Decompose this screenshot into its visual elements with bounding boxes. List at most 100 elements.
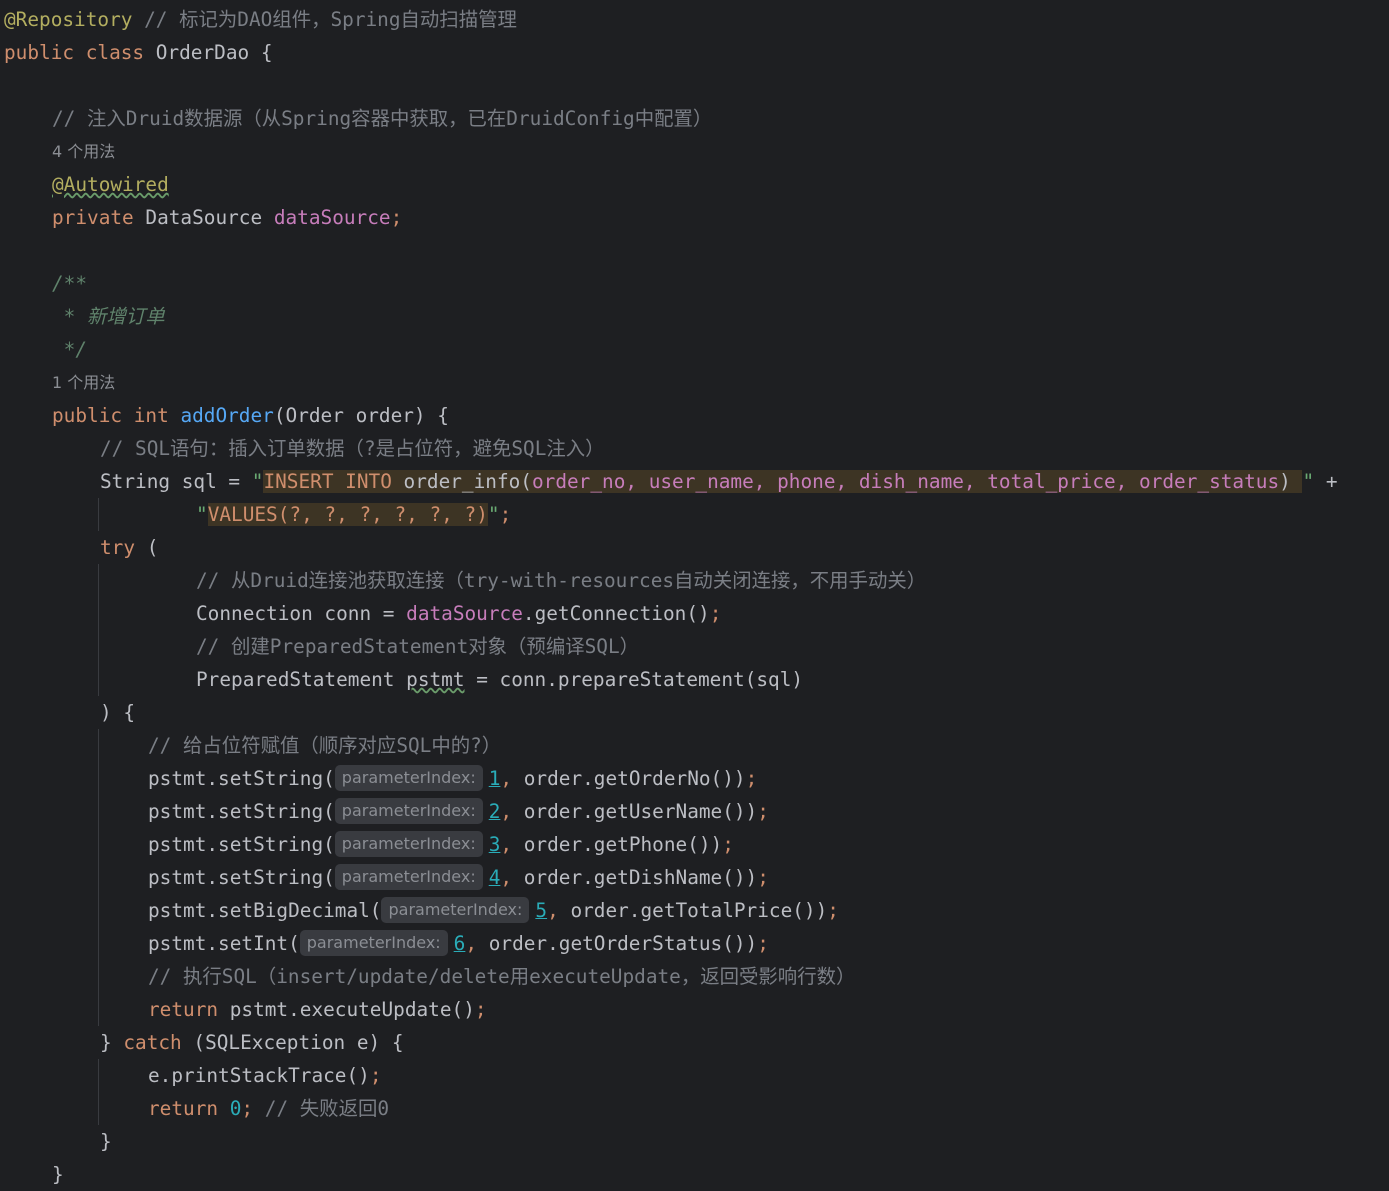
comma-token: , [547, 899, 559, 922]
semicolon-token: ; [709, 602, 722, 625]
method-name-token: addOrder [180, 404, 274, 427]
code-text: order.getDishName()) [512, 866, 758, 889]
code-line: pstmt.setString(parameterIndex: 1, order.… [148, 762, 757, 795]
sql-values-token: VALUES(?, ?, ?, ?, ?, ?) [207, 503, 488, 526]
parameter-hint: parameterIndex: [334, 831, 483, 857]
parameter-hint: parameterIndex: [334, 864, 483, 890]
variable-token: pstmt [406, 668, 465, 691]
code-line: @Autowired [52, 168, 169, 201]
comment-line: // 给占位符赋值（顺序对应SQL中的?） [148, 734, 502, 757]
number-token: 3 [488, 833, 501, 856]
semicolon-token: ; [722, 833, 734, 856]
code-line: pstmt.setString(parameterIndex: 3, order.… [148, 828, 734, 861]
code-line: @Repository // 标记为DAO组件，Spring自动扫描管理 [4, 3, 517, 36]
keyword-token: public int [52, 404, 169, 427]
comment-line: // 执行SQL（insert/update/delete用executeUpd… [148, 965, 856, 988]
indent-guide [98, 498, 99, 531]
code-text: String sql = [100, 470, 252, 493]
operator-token: + [1314, 470, 1338, 493]
sql-close-token: ) [1279, 470, 1303, 493]
sql-table-token: order_info( [391, 470, 532, 493]
sql-columns-token: order_no, user_name, phone, dish_name, t… [531, 470, 1280, 493]
comment-line: // 从Druid连接池获取连接（try-with-resources自动关闭连… [196, 569, 927, 592]
javadoc-line: /** [52, 272, 88, 295]
code-line: pstmt.setString(parameterIndex: 4, order.… [148, 861, 769, 894]
code-text: order.getTotalPrice()) [558, 899, 828, 922]
code-text: pstmt.setString( [148, 767, 335, 790]
comment-line: // 创建PreparedStatement对象（预编译SQL） [196, 635, 640, 658]
code-text: ( [135, 536, 159, 559]
number-token: 5 [535, 899, 548, 922]
indent-guide [98, 564, 99, 696]
semicolon-token: ; [474, 998, 487, 1021]
code-line: pstmt.setString(parameterIndex: 2, order.… [148, 795, 769, 828]
semicolon-token: ; [241, 1097, 254, 1120]
semicolon-token: ; [757, 866, 769, 889]
keyword-token: public class [4, 41, 145, 64]
keyword-token: catch [123, 1031, 182, 1054]
comma-token: , [500, 833, 513, 856]
code-line: "VALUES(?, ?, ?, ?, ?, ?)"; [196, 498, 511, 531]
semicolon-token: ; [827, 899, 839, 922]
string-quote: " [196, 503, 208, 526]
code-text: Connection conn = [196, 602, 407, 625]
semicolon-token: ; [369, 1064, 382, 1087]
comment-token: // 失败返回0 [253, 1097, 390, 1120]
comment-line: // 注入Druid数据源（从Spring容器中获取，已在DruidConfig… [52, 107, 713, 130]
keyword-token: return [148, 1097, 219, 1120]
code-line: PreparedStatement pstmt = conn.prepareSt… [196, 663, 803, 696]
semicolon-token: ; [499, 503, 512, 526]
code-text: order.getPhone()) [512, 833, 723, 856]
code-line: String sql = "INSERT INTO order_info(ord… [100, 465, 1338, 498]
parameter-hint: parameterIndex: [334, 765, 483, 791]
parameter-hint: parameterIndex: [334, 798, 483, 824]
code-line: public int addOrder(Order order) { [52, 399, 449, 432]
parameter-hint: parameterIndex: [299, 930, 448, 956]
code-line: private DataSource dataSource; [52, 201, 402, 234]
number-token: 1 [488, 767, 501, 790]
comment-token: // 标记为DAO组件，Spring自动扫描管理 [132, 8, 517, 31]
code-text: (SQLException e) { [181, 1031, 404, 1054]
annotation-token: @Autowired [52, 173, 169, 196]
usage-hint[interactable]: 4 个用法 [52, 135, 115, 168]
parameter-hint: parameterIndex: [381, 897, 530, 923]
indent-guide [98, 729, 99, 1026]
semicolon-token: ; [390, 206, 403, 229]
class-declaration-text: OrderDao { [144, 41, 273, 64]
field-token: dataSource [406, 602, 523, 625]
keyword-token: return [148, 998, 219, 1021]
javadoc-line: */ [52, 338, 88, 361]
comma-token: , [500, 767, 513, 790]
comma-token: , [465, 932, 478, 955]
code-line: pstmt.setBigDecimal(parameterIndex: 5, or… [148, 894, 839, 927]
code-line: } catch (SQLException e) { [100, 1026, 404, 1059]
field-token: dataSource [273, 206, 391, 229]
code-text: pstmt.setString( [148, 800, 335, 823]
indent-guide [98, 1059, 99, 1125]
code-text: pstmt.setString( [148, 866, 335, 889]
usage-hint[interactable]: 1 个用法 [52, 366, 115, 399]
code-line: public class OrderDao { [4, 36, 273, 69]
code-line: } [52, 1163, 64, 1186]
code-text: pstmt.executeUpdate() [218, 998, 475, 1021]
code-text: order.getOrderStatus()) [477, 932, 758, 955]
keyword-token: try [100, 536, 136, 559]
semicolon-token: ; [757, 932, 769, 955]
code-line: try ( [100, 531, 158, 564]
string-quote: " [487, 503, 500, 526]
code-text: = conn.prepareStatement(sql) [464, 668, 804, 691]
type-token: DataSource [133, 206, 274, 229]
code-text: order.getOrderNo()) [512, 767, 746, 790]
annotation-token: @Repository [4, 8, 133, 31]
code-line: Connection conn = dataSource.getConnecti… [196, 597, 721, 630]
sql-injection-highlight: INSERT INTO order_info(order_no, user_na… [263, 470, 1303, 493]
javadoc-line: * 新增订单 [52, 305, 165, 328]
code-line: return 0; // 失败返回0 [148, 1092, 389, 1125]
code-line: e.printStackTrace(); [148, 1059, 382, 1092]
number-token: 6 [453, 932, 466, 955]
code-line: } [100, 1130, 112, 1153]
code-editor[interactable]: @Repository // 标记为DAO组件，Spring自动扫描管理 pub… [0, 0, 1389, 1191]
number-token: 4 [488, 866, 501, 889]
number-token: 2 [488, 800, 501, 823]
code-text: pstmt.setString( [148, 833, 335, 856]
